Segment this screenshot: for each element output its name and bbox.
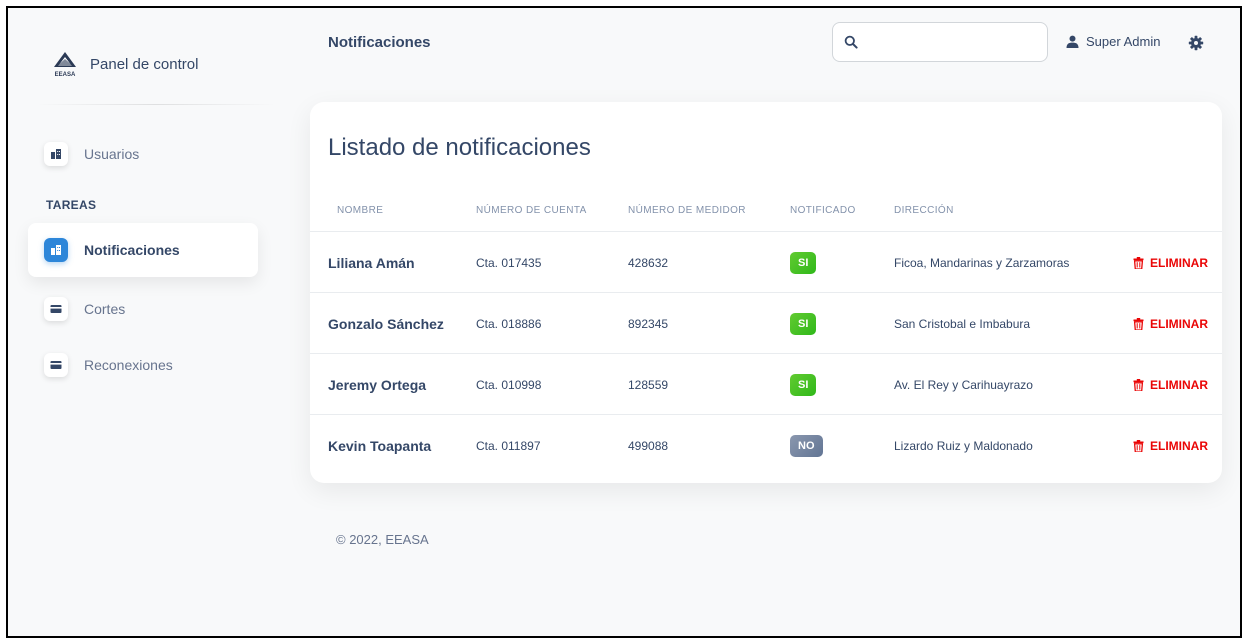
brand-divider	[36, 104, 276, 105]
app-window: EEASA Panel de control Usuarios TAREAS N…	[6, 6, 1242, 638]
table-row: Gonzalo Sánchez Cta. 018886 892345 SI Sa…	[310, 292, 1222, 353]
cell-name: Gonzalo Sánchez	[328, 315, 444, 332]
user-icon	[1066, 35, 1079, 48]
delete-label: ELIMINAR	[1150, 377, 1208, 392]
cell-address: Lizardo Ruiz y Maldonado	[894, 438, 1033, 453]
building-icon	[44, 238, 68, 262]
search-icon	[833, 23, 869, 61]
column-header-cuenta: NÚMERO DE CUENTA	[476, 205, 587, 216]
cell-account: Cta. 010998	[476, 377, 542, 392]
sidebar-item-label: Cortes	[84, 301, 126, 317]
trash-icon	[1133, 256, 1144, 269]
cell-meter: 499088	[628, 438, 669, 453]
card-icon	[44, 297, 68, 321]
cell-meter: 428632	[628, 255, 669, 270]
building-icon	[44, 142, 68, 166]
card-title: Listado de notificaciones	[328, 134, 591, 161]
cell-account: Cta. 018886	[476, 316, 542, 331]
delete-button[interactable]: ELIMINAR	[1133, 317, 1208, 331]
card-icon	[44, 353, 68, 377]
search-box[interactable]	[832, 22, 1048, 62]
brand-logo: EEASA	[54, 52, 76, 78]
status-badge: NO	[790, 434, 823, 457]
cell-account: Cta. 017435	[476, 255, 542, 270]
column-header-medidor: NÚMERO DE MEDIDOR	[628, 205, 746, 216]
table-row: Liliana Amán Cta. 017435 428632 SI Ficoa…	[310, 231, 1222, 292]
delete-label: ELIMINAR	[1150, 438, 1208, 453]
column-header-direccion: DIRECCIÓN	[894, 205, 954, 216]
sidebar-item-notificaciones[interactable]: Notificaciones	[28, 223, 258, 277]
cell-address: Av. El Rey y Carihuayrazo	[894, 377, 1033, 392]
trash-icon	[1133, 317, 1144, 330]
user-menu[interactable]: Super Admin	[1066, 34, 1160, 49]
footer-copyright: © 2022, EEASA	[336, 532, 429, 547]
notifications-card: Listado de notificaciones NOMBRE NÚMERO …	[310, 102, 1222, 483]
user-name: Super Admin	[1086, 34, 1161, 49]
table-row: Jeremy Ortega Cta. 010998 128559 SI Av. …	[310, 353, 1222, 414]
status-badge: SI	[790, 312, 817, 335]
status-badge: SI	[790, 373, 817, 396]
cell-address: Ficoa, Mandarinas y Zarzamoras	[894, 255, 1070, 270]
search-input[interactable]	[869, 24, 1039, 60]
gear-icon[interactable]	[1188, 35, 1204, 51]
delete-label: ELIMINAR	[1150, 316, 1208, 331]
cell-name: Jeremy Ortega	[328, 376, 427, 393]
sidebar-item-reconexiones[interactable]: Reconexiones	[28, 338, 258, 392]
brand-logo-text: EEASA	[55, 72, 76, 78]
table-row: Kevin Toapanta Cta. 011897 499088 NO Liz…	[310, 414, 1222, 475]
cell-account: Cta. 011897	[476, 438, 541, 453]
delete-button[interactable]: ELIMINAR	[1133, 256, 1208, 270]
delete-button[interactable]: ELIMINAR	[1133, 378, 1208, 392]
column-header-notificado: NOTIFICADO	[790, 205, 856, 216]
delete-button[interactable]: ELIMINAR	[1133, 439, 1208, 453]
brand-name: Panel de control	[90, 55, 199, 73]
trash-icon	[1133, 378, 1144, 391]
page-title: Notificaciones	[328, 34, 431, 51]
sidebar-item-cortes[interactable]: Cortes	[28, 282, 258, 336]
sidebar-section-title: TAREAS	[46, 198, 97, 212]
brand[interactable]: EEASA Panel de control	[52, 50, 198, 78]
column-header-nombre: NOMBRE	[337, 205, 384, 216]
cell-meter: 128559	[628, 377, 669, 392]
sidebar-item-usuarios[interactable]: Usuarios	[28, 127, 258, 181]
trash-icon	[1133, 439, 1144, 452]
sidebar-item-label: Notificaciones	[84, 242, 180, 258]
cell-name: Liliana Amán	[328, 254, 415, 271]
cell-meter: 892345	[628, 316, 669, 331]
cell-address: San Cristobal e Imbabura	[894, 316, 1031, 331]
cell-name: Kevin Toapanta	[328, 437, 432, 454]
sidebar-item-label: Reconexiones	[84, 357, 173, 373]
sidebar-item-label: Usuarios	[84, 146, 140, 162]
delete-label: ELIMINAR	[1150, 255, 1208, 270]
status-badge: SI	[790, 251, 817, 274]
